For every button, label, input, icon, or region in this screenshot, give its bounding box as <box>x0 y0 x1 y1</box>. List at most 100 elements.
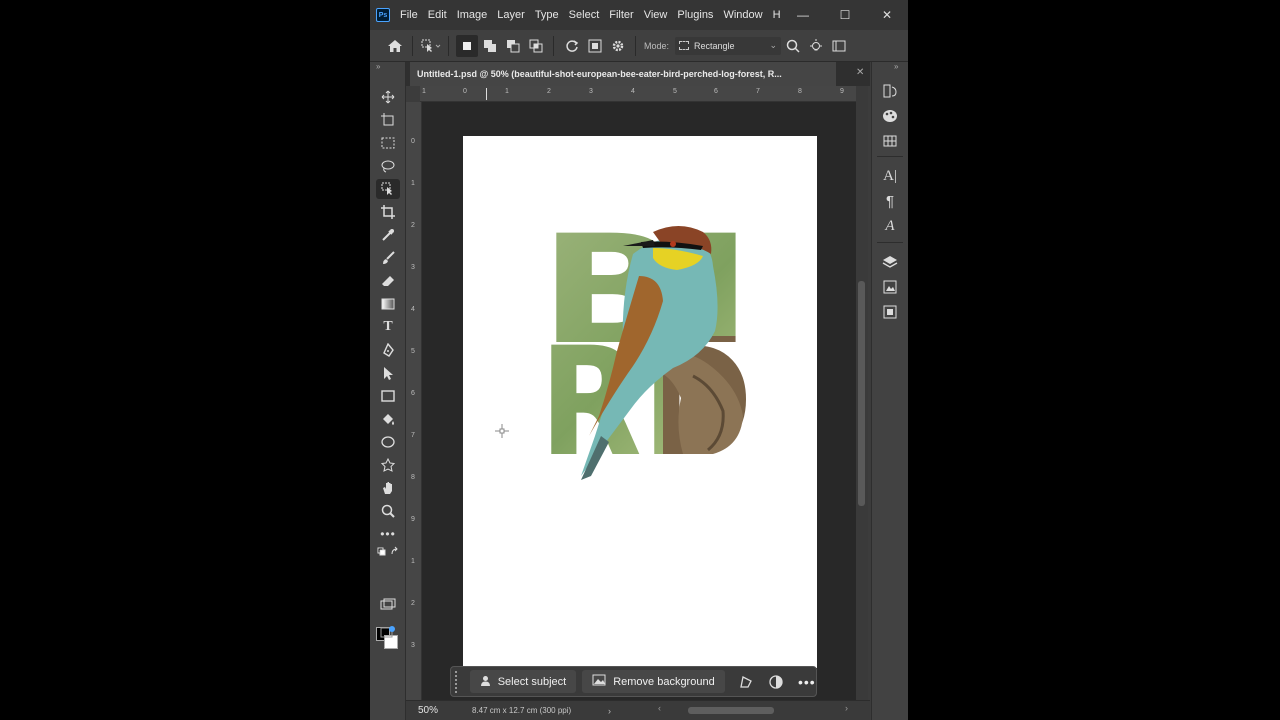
object-selection-tool-icon[interactable] <box>376 179 400 199</box>
workspace-icon[interactable] <box>828 35 850 57</box>
ruler-label: 8 <box>798 88 802 95</box>
quick-mask-icon[interactable] <box>376 595 400 615</box>
more-tools-icon[interactable]: ••• <box>376 524 400 544</box>
pen-icon[interactable] <box>376 340 400 360</box>
vertical-ruler: 0 1 2 3 4 5 6 7 8 9 1 2 3 <box>406 102 422 700</box>
menu-window[interactable]: Window <box>723 9 762 21</box>
custom-shape-icon[interactable] <box>376 455 400 475</box>
select-subject-button[interactable]: Select subject <box>469 670 577 693</box>
zoom-icon[interactable] <box>376 501 400 521</box>
right-panel-dock: » A| ¶ A <box>871 62 908 720</box>
more-options-icon[interactable]: ••• <box>798 671 816 693</box>
menu-file[interactable]: File <box>400 9 418 21</box>
eraser-icon[interactable] <box>376 271 400 291</box>
add-to-selection-icon[interactable] <box>479 35 501 57</box>
color-palette-icon[interactable] <box>878 106 902 126</box>
brush-icon[interactable] <box>376 248 400 268</box>
gradient-icon[interactable] <box>376 294 400 314</box>
rectangle-icon <box>679 41 690 50</box>
ruler-label: 1 <box>411 180 415 187</box>
chevron-right-icon[interactable]: › <box>608 706 611 716</box>
intersect-selection-icon[interactable] <box>525 35 547 57</box>
minimize-button[interactable]: — <box>782 0 824 30</box>
tool-preset-icon[interactable] <box>420 35 442 57</box>
drag-handle-icon[interactable] <box>455 670 464 693</box>
home-icon[interactable] <box>384 35 406 57</box>
rectangle-tool-icon[interactable] <box>376 386 400 406</box>
menu-help[interactable]: H <box>773 9 781 21</box>
rectangular-marquee-icon[interactable] <box>376 133 400 153</box>
ruler-cursor-marker <box>486 88 487 100</box>
scroll-right-icon[interactable]: › <box>845 703 848 713</box>
subtract-from-selection-icon[interactable] <box>502 35 524 57</box>
ruler-label: 2 <box>547 88 551 95</box>
ruler-label: 7 <box>411 432 415 439</box>
search-icon[interactable] <box>782 35 804 57</box>
document-tab-bar: Untitled-1.psd @ 50% (beautiful-shot-eur… <box>406 62 870 86</box>
move-tool-icon[interactable] <box>376 87 400 107</box>
menu-image[interactable]: Image <box>457 9 488 21</box>
canvas-pasteboard[interactable]: BI RD <box>422 102 856 700</box>
mode-label: Mode: <box>644 40 670 51</box>
screen-mode-icon[interactable] <box>376 622 400 642</box>
layers-icon[interactable] <box>878 252 902 272</box>
channels-icon[interactable] <box>878 277 902 297</box>
horizontal-scrollbar[interactable]: ‹ › <box>658 703 848 715</box>
document-canvas[interactable]: BI RD <box>463 136 817 668</box>
adjustment-icon[interactable] <box>767 671 785 693</box>
paths-icon[interactable] <box>878 302 902 322</box>
remove-background-button[interactable]: Remove background <box>582 670 725 693</box>
menu-edit[interactable]: Edit <box>428 9 447 21</box>
character-panel-icon[interactable]: A| <box>878 166 902 186</box>
menu-view[interactable]: View <box>644 9 668 21</box>
tools-panel: » T ••• <box>370 62 406 720</box>
artboard-tool-icon[interactable] <box>376 110 400 130</box>
scroll-left-icon[interactable]: ‹ <box>658 703 661 713</box>
crop-icon[interactable] <box>376 202 400 222</box>
collapse-arrows-icon[interactable]: » <box>894 62 898 71</box>
close-button[interactable]: ✕ <box>866 0 908 30</box>
path-selection-icon[interactable] <box>376 363 400 383</box>
menu-filter[interactable]: Filter <box>609 9 633 21</box>
ruler-label: 3 <box>589 88 593 95</box>
maximize-button[interactable]: ☐ <box>824 0 866 30</box>
ruler-label: 7 <box>756 88 760 95</box>
paint-bucket-icon[interactable] <box>376 409 400 429</box>
hand-icon[interactable] <box>376 478 400 498</box>
menu-layer[interactable]: Layer <box>497 9 525 21</box>
menu-type[interactable]: Type <box>535 9 559 21</box>
image-icon <box>592 674 606 689</box>
sample-all-layers-icon[interactable] <box>584 35 606 57</box>
mode-select[interactable]: Rectangle ⌄ <box>675 36 782 55</box>
gear-icon[interactable] <box>607 35 629 57</box>
glyphs-icon[interactable]: A <box>878 216 902 236</box>
photoshop-logo-icon: Ps <box>376 8 390 22</box>
history-icon[interactable] <box>878 81 902 101</box>
vertical-scrollbar[interactable] <box>856 86 868 700</box>
ruler-label: 8 <box>411 474 415 481</box>
lightbulb-icon[interactable] <box>805 35 827 57</box>
horizontal-scroll-thumb[interactable] <box>688 707 774 714</box>
document-info[interactable]: 8.47 cm x 12.7 cm (300 ppi) <box>472 706 598 715</box>
type-tool-icon[interactable]: T <box>376 317 400 337</box>
eyedropper-icon[interactable] <box>376 225 400 245</box>
ellipse-tool-icon[interactable] <box>376 432 400 452</box>
vertical-scroll-thumb[interactable] <box>858 281 865 506</box>
menu-select[interactable]: Select <box>569 9 600 21</box>
zoom-level[interactable]: 50% <box>418 705 460 716</box>
divider <box>448 35 449 56</box>
close-tab-icon[interactable]: ✕ <box>856 67 864 78</box>
default-colors-icon[interactable] <box>376 545 400 559</box>
new-selection-icon[interactable] <box>456 34 478 57</box>
refresh-icon[interactable] <box>561 35 583 57</box>
transform-selection-icon[interactable] <box>737 671 755 693</box>
document-tab[interactable]: Untitled-1.psd @ 50% (beautiful-shot-eur… <box>410 62 836 86</box>
status-bar: 50% 8.47 cm x 12.7 cm (300 ppi) › ‹ › <box>406 700 870 720</box>
menu-plugins[interactable]: Plugins <box>677 9 713 21</box>
lasso-icon[interactable] <box>376 156 400 176</box>
crosshair-cursor-icon <box>495 424 509 438</box>
collapse-arrows-icon[interactable]: » <box>376 62 380 71</box>
paragraph-icon[interactable]: ¶ <box>878 191 902 211</box>
swatches-grid-icon[interactable] <box>878 131 902 151</box>
ruler-label: 2 <box>411 600 415 607</box>
